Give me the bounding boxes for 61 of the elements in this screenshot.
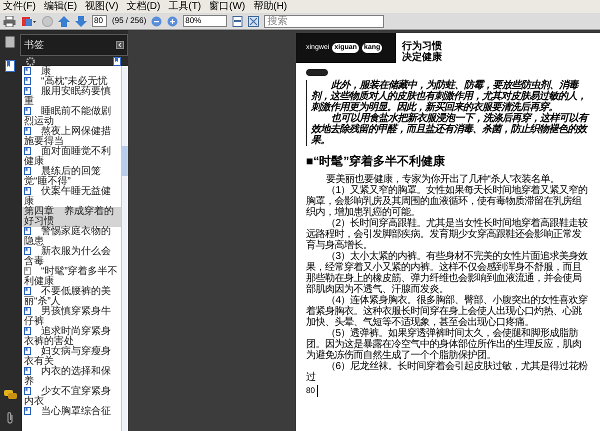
- bookmark-item[interactable]: 伏案午睡无益健康: [22, 187, 121, 207]
- body-paragraph: （4）连体紧身胸衣。很多胸部、臀部、小腹突出的女性喜欢穿着紧身胸衣。这种衣服长时间穿在身上会使人出现心口灼热、心跳加快、头晕、气短等不适现象，甚至会出现心口疼痛。: [306, 295, 589, 328]
- printer-icon[interactable]: [3, 16, 16, 26]
- bookmark-item[interactable]: 少女不宜穿紧身内衣: [22, 387, 121, 407]
- bookmark-item[interactable]: 康: [22, 67, 121, 77]
- bookmark-item[interactable]: 不要低腰裤的美丽“杀”人: [22, 287, 121, 307]
- new-bookmark-icon[interactable]: [113, 56, 122, 66]
- bookmark-item[interactable]: 警惕家庭衣物的隐患: [22, 227, 121, 247]
- bookmark-item[interactable]: 晨练后的回笼觉“睡不得”: [22, 167, 121, 187]
- bookmark-item[interactable]: 面对面睡觉不利健康: [22, 147, 121, 167]
- body-paragraph: （3）太小太紧的内裤。有些身材不完美的女性片面追求美身效果，经常穿着又小又紧的内裤。这样不仅会感到浑身不舒服，而且那些勒在身上的橡皮筋、弹力纤维也会影响到血液流通，并会使局部肌肉因为不透气、汗腺而发炎。: [306, 251, 589, 295]
- bookmark-item[interactable]: 睡眠前不能做剧烈运动: [22, 107, 121, 127]
- down-arrow-icon[interactable]: [75, 16, 87, 26]
- fit-page-icon[interactable]: [232, 16, 244, 26]
- menu-item[interactable]: 帮助(H): [253, 2, 288, 12]
- bookmark-icon[interactable]: [5, 60, 15, 72]
- menu-item[interactable]: 编辑(E): [44, 2, 78, 12]
- section-title: 行为习惯: [402, 41, 442, 52]
- zoom-out-icon[interactable]: [151, 16, 162, 26]
- bookmark-item[interactable]: 内衣的选择和保养: [22, 367, 121, 387]
- bookmark-item[interactable]: 妇女病与穿瘦身衣有关: [22, 347, 121, 367]
- section-heading: ■“时髦”穿着多半不利健康: [306, 154, 446, 168]
- menu-item[interactable]: 文件(F): [3, 2, 36, 12]
- collapse-icon[interactable]: [116, 41, 124, 49]
- documents-icon[interactable]: [21, 16, 37, 26]
- search-field[interactable]: 搜索: [264, 14, 384, 28]
- body-paragraph: （5）透弹裤。如果穿透弹裤时间太久，会使腿和脚形成脂肪团。因为这是暴露在冷空气中的身体部位所作出的生理反应，肌肉为避免冻伤而自然生成了一个个脂肪保护团。: [306, 328, 582, 361]
- bookmark-item[interactable]: 新衣服为什么会含毒: [22, 247, 121, 267]
- note-paragraph: 此外，服装在储藏中，为防蛀、防霉，要放些防虫剂、消毒剂，这些物质对人的皮肤也有刺激作用，尤其对皮肤易过敏的人，刺激作用更为明显。因此，新买回来的衣服要清洗后再穿。: [311, 80, 586, 113]
- comments-icon[interactable]: [4, 390, 16, 400]
- bookmark-item[interactable]: 男孩慎穿紧身牛仔裤: [22, 307, 121, 327]
- body-paragraph: （6）尼龙丝袜。长时间穿着会引起皮肤过敏，尤其是得过花粉过: [306, 361, 589, 383]
- bookmark-item[interactable]: 追求时尚穿紧身衣裤的害处: [22, 327, 121, 347]
- menu-item[interactable]: 工具(T): [168, 2, 202, 12]
- bookmark-item[interactable]: “高枕”未必无忧: [22, 77, 121, 87]
- panel-title: 书签: [24, 38, 44, 52]
- chapter-bookmark[interactable]: 第四章 养成穿着的好习惯: [22, 207, 121, 227]
- body-paragraph: 要美丽也要健康，专家为你开出了几种“杀人”衣装名单。: [325, 174, 561, 185]
- section-title: 决定健康: [402, 52, 442, 63]
- page-number-field[interactable]: 80: [92, 15, 107, 27]
- zoom-dropdown[interactable]: 80%: [183, 15, 228, 27]
- body-paragraph: （2）长时间穿高跟鞋。尤其是当女性长时间地穿着高跟鞋走较远路程时，会引发脚部疾病。发育期少女穿高跟鞋还会影响正常发育与身高增长。: [306, 218, 589, 251]
- bookmark-item[interactable]: “时髦”穿着多半不利健康: [22, 267, 121, 287]
- body-paragraph: （1）又紧又窄的胸罩。女性如果每天长时间地穿着又紧又窄的胸罩，会影响乳房及其周围的血液循环，使有毒物质滞留在乳房组织内，增加患乳癌的可能。: [306, 185, 589, 218]
- bookmark-item[interactable]: 熬夜上网保健措施要得当: [22, 127, 121, 147]
- page-number: 80: [306, 385, 318, 397]
- page-icon[interactable]: [5, 36, 15, 48]
- scrollbar[interactable]: [121, 66, 128, 431]
- menu-item[interactable]: 视图(V): [85, 2, 118, 12]
- full-screen-icon[interactable]: [248, 16, 260, 26]
- up-arrow-icon[interactable]: [58, 16, 70, 26]
- paperclip-icon[interactable]: [5, 412, 15, 425]
- menu-item[interactable]: 窗口(W): [209, 2, 246, 12]
- menu-item[interactable]: 文档(D): [126, 2, 160, 12]
- bookmark-item[interactable]: 当心胸罩综合征: [22, 407, 121, 417]
- zoom-in-icon[interactable]: [167, 16, 178, 26]
- bookmark-item[interactable]: 服用安眠药要慎重: [22, 87, 121, 107]
- gear-icon[interactable]: [26, 56, 35, 66]
- dots-ornament: [306, 69, 328, 76]
- note-paragraph: 也可以用食盐水把新衣服浸泡一下，洗涤后再穿，这样可以有效地去除残留的甲醛，而且盐还有消毒、杀菌，防止织物褪色的效果。: [311, 113, 590, 146]
- page-count: (95 / 256): [112, 17, 146, 25]
